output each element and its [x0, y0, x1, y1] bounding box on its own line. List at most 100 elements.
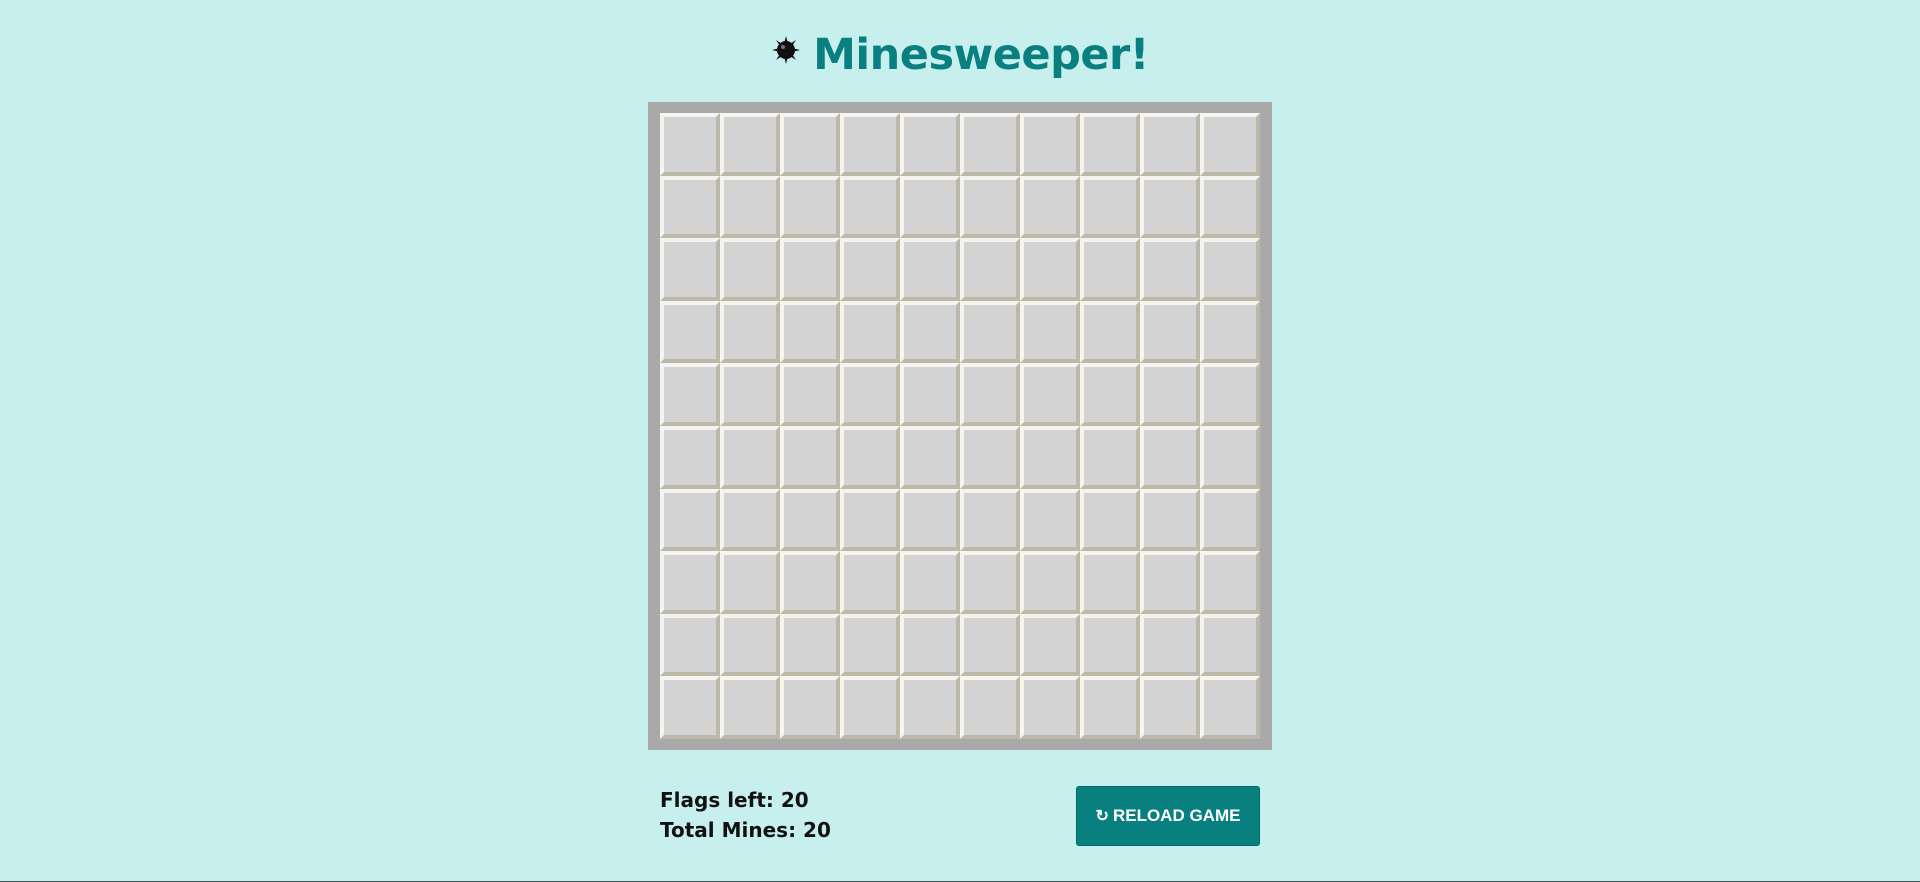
board-cell[interactable] — [1200, 175, 1260, 239]
board-cell[interactable] — [780, 613, 840, 677]
board-cell[interactable] — [1020, 238, 1080, 301]
board-cell[interactable] — [900, 425, 960, 489]
board-cell[interactable] — [1080, 113, 1140, 176]
board-cell[interactable] — [1020, 113, 1080, 176]
board-cell[interactable] — [780, 425, 840, 489]
board-cell[interactable] — [1140, 551, 1200, 614]
board-cell[interactable] — [1080, 300, 1140, 364]
board-cell[interactable] — [840, 613, 900, 677]
board-cell[interactable] — [900, 300, 960, 364]
board-cell[interactable] — [660, 238, 720, 301]
board-cell[interactable] — [900, 175, 960, 239]
board-cell[interactable] — [960, 488, 1020, 552]
board-cell[interactable] — [1200, 488, 1260, 552]
board-cell[interactable] — [1200, 113, 1260, 176]
board-cell[interactable] — [720, 676, 780, 739]
board-cell[interactable] — [840, 113, 900, 176]
board-cell[interactable] — [780, 676, 840, 739]
board-cell[interactable] — [1140, 238, 1200, 301]
board-cell[interactable] — [1020, 613, 1080, 677]
board-cell[interactable] — [1020, 676, 1080, 739]
board-cell[interactable] — [1080, 676, 1140, 739]
board-cell[interactable] — [1080, 613, 1140, 677]
board-cell[interactable] — [1140, 175, 1200, 239]
board-cell[interactable] — [900, 488, 960, 552]
board-cell[interactable] — [720, 113, 780, 176]
board-cell[interactable] — [960, 238, 1020, 301]
reload-game-button[interactable]: ↻ RELOAD GAME — [1076, 786, 1260, 846]
board-cell[interactable] — [1080, 175, 1140, 239]
board-cell[interactable] — [1140, 676, 1200, 739]
board-cell[interactable] — [900, 113, 960, 176]
board-cell[interactable] — [720, 551, 780, 614]
board-cell[interactable] — [1020, 300, 1080, 364]
board-cell[interactable] — [960, 551, 1020, 614]
board-cell[interactable] — [840, 300, 900, 364]
board-cell[interactable] — [1080, 238, 1140, 301]
board-cell[interactable] — [900, 363, 960, 426]
board-cell[interactable] — [960, 425, 1020, 489]
board-cell[interactable] — [660, 300, 720, 364]
board-cell[interactable] — [1020, 488, 1080, 552]
board-cell[interactable] — [1140, 613, 1200, 677]
board-cell[interactable] — [660, 676, 720, 739]
board-cell[interactable] — [1020, 363, 1080, 426]
board-cell[interactable] — [720, 175, 780, 239]
board-cell[interactable] — [720, 425, 780, 489]
board-cell[interactable] — [660, 551, 720, 614]
board-cell[interactable] — [780, 238, 840, 301]
board-cell[interactable] — [1140, 300, 1200, 364]
board-cell[interactable] — [780, 175, 840, 239]
board-cell[interactable] — [660, 175, 720, 239]
board-cell[interactable] — [660, 425, 720, 489]
board-cell[interactable] — [840, 488, 900, 552]
board-cell[interactable] — [1080, 363, 1140, 426]
board-cell[interactable] — [1140, 425, 1200, 489]
board-cell[interactable] — [1200, 425, 1260, 489]
board-cell[interactable] — [960, 300, 1020, 364]
board-cell[interactable] — [780, 363, 840, 426]
board-cell[interactable] — [960, 613, 1020, 677]
board-cell[interactable] — [660, 363, 720, 426]
board-cell[interactable] — [1140, 363, 1200, 426]
board-cell[interactable] — [960, 175, 1020, 239]
board-cell[interactable] — [720, 300, 780, 364]
board-cell[interactable] — [840, 425, 900, 489]
board-cell[interactable] — [1200, 676, 1260, 739]
board-cell[interactable] — [720, 613, 780, 677]
board-cell[interactable] — [840, 175, 900, 239]
board-cell[interactable] — [780, 113, 840, 176]
board-cell[interactable] — [1200, 363, 1260, 426]
board-cell[interactable] — [1020, 175, 1080, 239]
board-cell[interactable] — [720, 238, 780, 301]
board-cell[interactable] — [1080, 551, 1140, 614]
board-cell[interactable] — [960, 676, 1020, 739]
board-cell[interactable] — [840, 551, 900, 614]
board-cell[interactable] — [1140, 488, 1200, 552]
board-cell[interactable] — [1200, 300, 1260, 364]
board-cell[interactable] — [780, 488, 840, 552]
board-cell[interactable] — [960, 113, 1020, 176]
board-cell[interactable] — [780, 551, 840, 614]
board-cell[interactable] — [1200, 238, 1260, 301]
board-cell[interactable] — [900, 613, 960, 677]
board-cell[interactable] — [1080, 425, 1140, 489]
board-cell[interactable] — [960, 363, 1020, 426]
board-cell[interactable] — [1200, 613, 1260, 677]
board-cell[interactable] — [840, 676, 900, 739]
board-cell[interactable] — [720, 488, 780, 552]
board-cell[interactable] — [660, 488, 720, 552]
board-cell[interactable] — [660, 613, 720, 677]
board-cell[interactable] — [1020, 425, 1080, 489]
board-cell[interactable] — [1020, 551, 1080, 614]
board-cell[interactable] — [1140, 113, 1200, 176]
board-cell[interactable] — [780, 300, 840, 364]
board-cell[interactable] — [660, 113, 720, 176]
board-cell[interactable] — [1200, 551, 1260, 614]
board-cell[interactable] — [900, 238, 960, 301]
board-cell[interactable] — [900, 551, 960, 614]
board-cell[interactable] — [840, 363, 900, 426]
board-cell[interactable] — [840, 238, 900, 301]
board-cell[interactable] — [1080, 488, 1140, 552]
board-cell[interactable] — [720, 363, 780, 426]
